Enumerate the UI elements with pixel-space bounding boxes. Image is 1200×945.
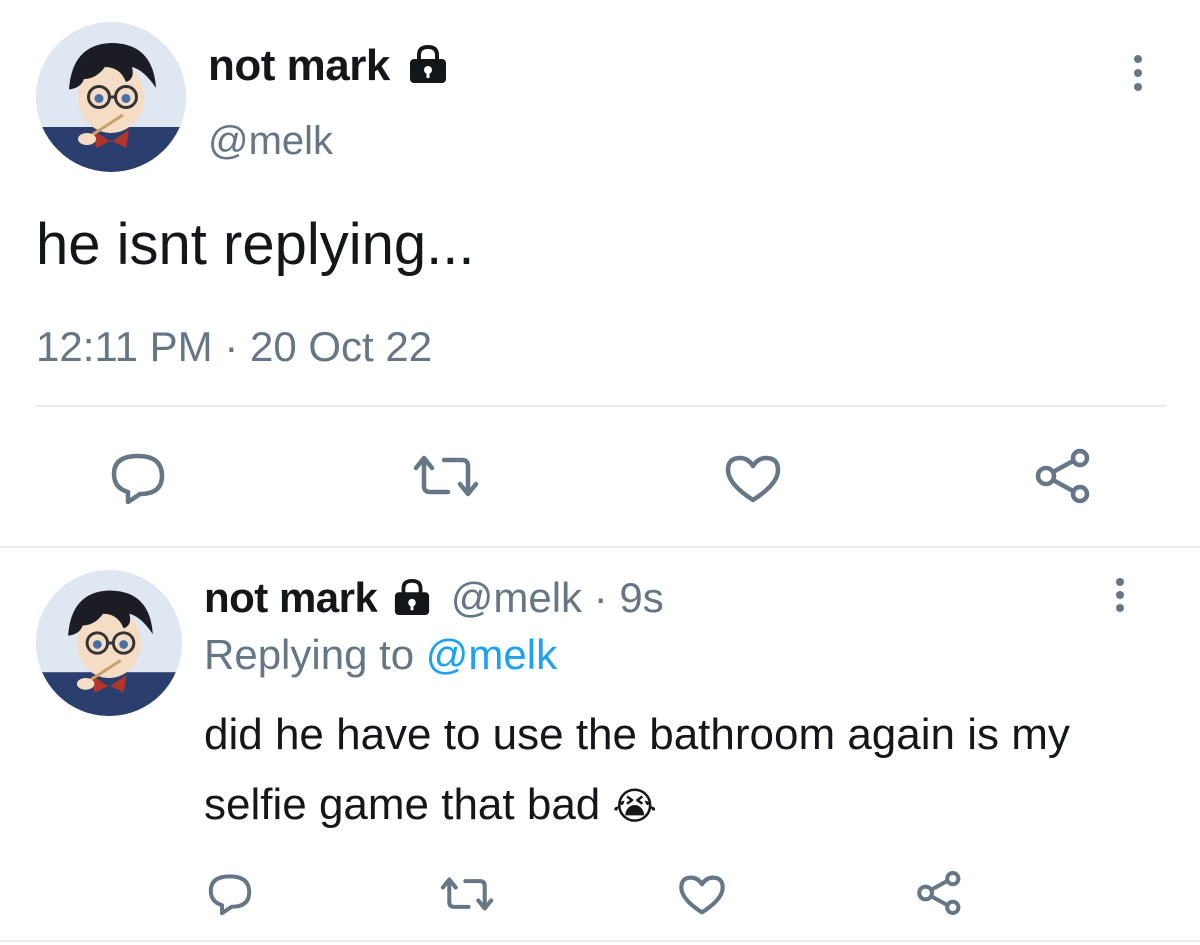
divider [0, 940, 1200, 942]
share-icon[interactable] [1034, 448, 1094, 504]
handle[interactable]: @melk [208, 117, 333, 165]
replying-to: Replying to @melk [204, 630, 557, 680]
display-name-text[interactable]: not mark [208, 41, 390, 90]
display-name[interactable]: not mark [204, 574, 378, 621]
replying-to-handle[interactable]: @melk [426, 631, 557, 678]
display-name[interactable]: not mark [208, 40, 450, 92]
replying-to-label: Replying to [204, 631, 415, 678]
reply-icon[interactable] [108, 452, 168, 504]
avatar[interactable] [36, 570, 182, 716]
separator: · [593, 574, 608, 621]
divider [0, 546, 1200, 548]
share-icon[interactable] [916, 870, 964, 916]
lock-icon [394, 578, 430, 615]
handle[interactable]: @melk [451, 574, 582, 621]
retweet-icon[interactable] [438, 874, 496, 914]
reply-icon[interactable] [206, 872, 254, 916]
heart-icon[interactable] [678, 874, 726, 916]
divider [36, 405, 1166, 407]
avatar[interactable] [36, 22, 186, 172]
reply-header: not mark @melk · 9s [204, 573, 664, 623]
more-icon[interactable] [1114, 578, 1126, 612]
tweet-text: he isnt replying... [36, 212, 475, 277]
timestamp: 12:11 PM · 20 Oct 22 [36, 323, 433, 370]
more-icon[interactable] [1132, 55, 1144, 91]
reply-text: did he have to use the bathroom again is… [204, 700, 1144, 842]
heart-icon[interactable] [724, 454, 782, 504]
crying-emoji-icon: 😭 [612, 786, 657, 828]
tweet-age[interactable]: 9s [619, 574, 663, 621]
lock-icon [409, 45, 446, 84]
retweet-icon[interactable] [410, 452, 482, 500]
